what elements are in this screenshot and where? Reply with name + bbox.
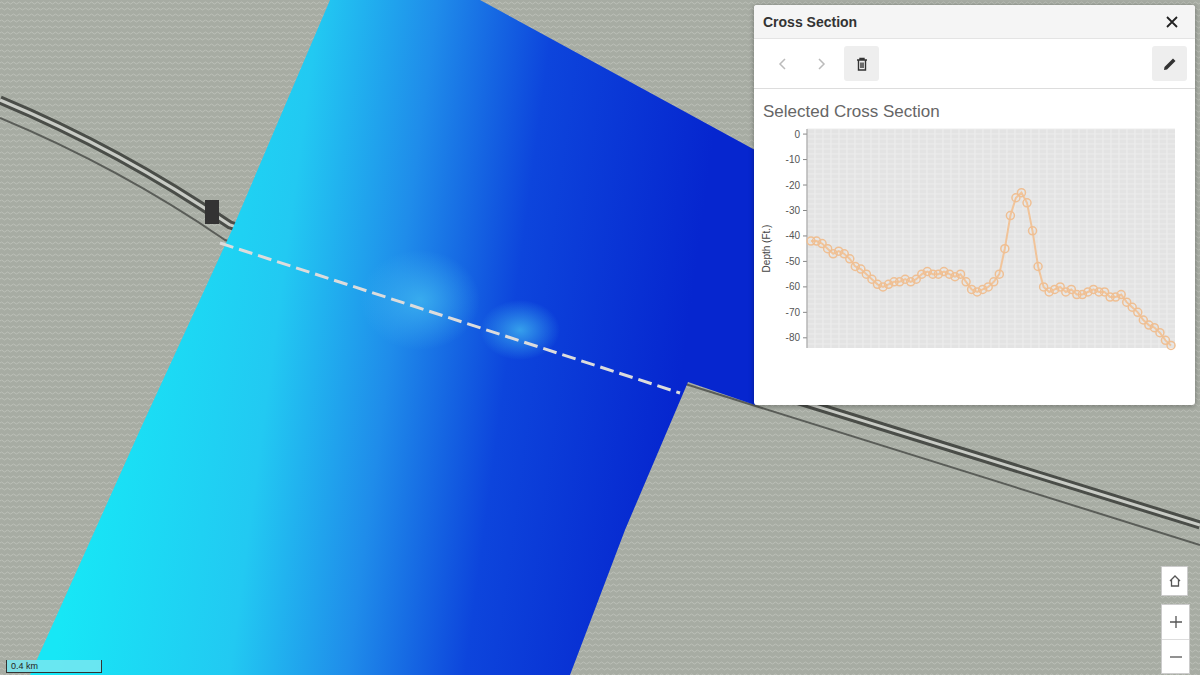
chevron-right-icon — [814, 57, 828, 71]
edit-button[interactable] — [1152, 46, 1187, 81]
delete-button[interactable] — [844, 46, 879, 81]
depth-line — [811, 193, 1171, 346]
depth-point[interactable] — [990, 278, 998, 286]
y-tick-label: -70 — [786, 307, 801, 318]
y-axis-label: Depth (Ft.) — [761, 225, 772, 273]
y-tick-label: 0 — [794, 129, 800, 140]
minus-icon — [1169, 650, 1183, 664]
panel-title: Cross Section — [763, 14, 857, 30]
y-tick-label: -10 — [786, 154, 801, 165]
y-tick-label: -60 — [786, 281, 801, 292]
depth-point[interactable] — [957, 270, 965, 278]
depth-point[interactable] — [1167, 341, 1175, 349]
map-controls — [1161, 566, 1190, 674]
depth-point[interactable] — [1006, 212, 1014, 220]
y-tick-label: -30 — [786, 205, 801, 216]
bridge-pier — [205, 200, 219, 224]
cross-section-panel: Cross Section Selected Cross Section 0 -1… — [754, 5, 1195, 405]
cross-section-line[interactable] — [220, 243, 680, 393]
next-button — [806, 49, 836, 79]
depth-point[interactable] — [1001, 245, 1009, 253]
scale-label: 0.4 km — [7, 660, 38, 672]
bathymetry-overlay[interactable] — [30, 0, 755, 675]
chevron-left-icon — [776, 57, 790, 71]
home-button[interactable] — [1161, 566, 1188, 596]
trash-icon — [854, 56, 870, 72]
satellite-imagery — [0, 0, 1200, 675]
previous-button — [768, 49, 798, 79]
chart-title: Selected Cross Section — [754, 89, 1195, 123]
panel-toolbar — [754, 39, 1195, 89]
zoom-controls — [1161, 604, 1190, 674]
y-tick-label: -20 — [786, 180, 801, 191]
depth-point[interactable] — [1029, 227, 1037, 235]
depth-point[interactable] — [1156, 329, 1164, 337]
y-tick-label: -50 — [786, 256, 801, 267]
y-tick-label: -40 — [786, 230, 801, 241]
depth-point[interactable] — [995, 270, 1003, 278]
scale-bar: 0.4 km — [6, 660, 102, 673]
depth-point[interactable] — [1117, 291, 1125, 299]
zoom-out-button[interactable] — [1162, 639, 1189, 673]
depth-point[interactable] — [846, 255, 854, 263]
plus-icon — [1169, 615, 1183, 629]
depth-point[interactable] — [962, 278, 970, 286]
depth-point[interactable] — [1134, 308, 1142, 316]
close-icon — [1165, 15, 1179, 29]
panel-header: Cross Section — [754, 5, 1195, 39]
pencil-icon — [1162, 56, 1178, 72]
home-icon — [1168, 574, 1182, 588]
plot-area — [807, 129, 1175, 348]
depth-point[interactable] — [1034, 263, 1042, 271]
close-button[interactable] — [1157, 7, 1187, 37]
y-tick-label: -80 — [786, 332, 801, 343]
map-app: 0.4 km Cross Section Selected Cross Sect… — [0, 0, 1200, 675]
depth-point[interactable] — [1017, 189, 1025, 197]
zoom-in-button[interactable] — [1162, 605, 1189, 639]
depth-chart: 0 -10 -20 -30 -40 -50 -60 -70 -80 Depth (Ft.) — [754, 123, 1195, 363]
depth-point[interactable] — [1023, 199, 1031, 207]
